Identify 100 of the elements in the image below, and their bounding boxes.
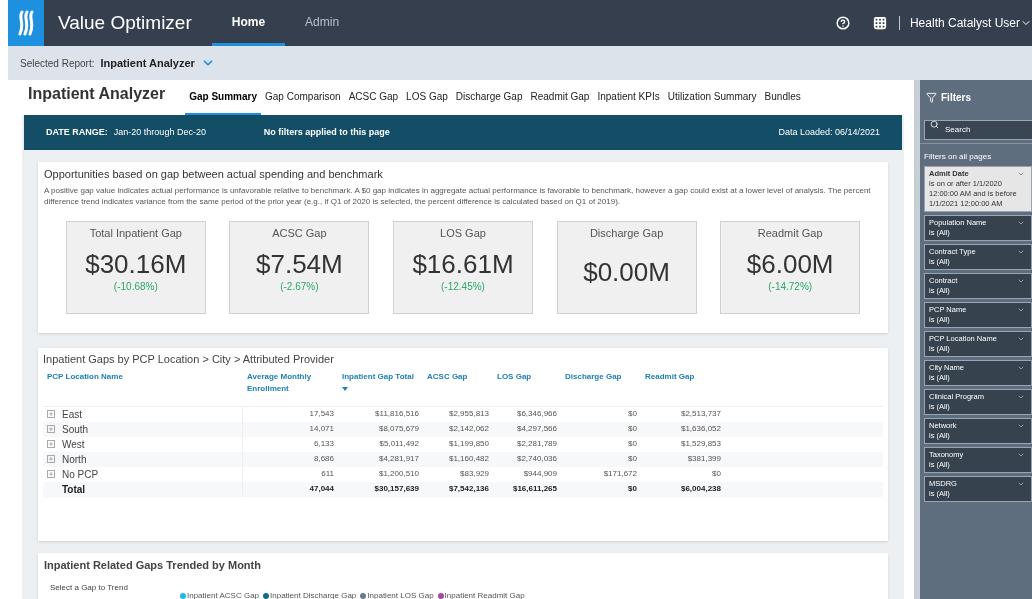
chevron-icon[interactable]	[1017, 422, 1025, 430]
chevron-icon[interactable]	[1017, 335, 1025, 343]
expand-icon[interactable]	[47, 410, 55, 418]
table-cell-text: West	[62, 437, 85, 452]
card-title: Opportunities based on gap between actual spending and benchmark	[44, 167, 384, 182]
card-title: Inpatient Gaps by PCP Location > City > Attributed Provider	[43, 352, 335, 367]
expand-icon[interactable]	[47, 425, 55, 433]
legend-label[interactable]: Inpatient Discharge Gap	[270, 589, 357, 599]
data-loaded: Data Loaded: 06/14/2021	[778, 125, 880, 139]
kpi-label: Discharge Gap	[589, 225, 664, 241]
search-icon	[930, 120, 939, 129]
table-cell-text: South	[62, 422, 89, 437]
column-header[interactable]: Discharge Gap	[565, 370, 637, 383]
table-cell: $6,346,966	[516, 409, 557, 418]
report-tab[interactable]: Utilization Summary	[663, 89, 761, 115]
report-tab[interactable]: Inpatient KPIs	[593, 89, 664, 115]
report-title: Inpatient Analyzer	[28, 84, 166, 104]
date-range-value: Jan-20 through Dec-20	[113, 125, 207, 139]
table-cell: $0	[628, 409, 637, 418]
column-header[interactable]: Inpatient Gap Total	[342, 370, 419, 383]
kpi-label: Readmit Gap	[757, 225, 823, 241]
filters-section-label: Filters on all pages	[924, 151, 993, 163]
expand-icon[interactable]	[47, 470, 55, 478]
table-cell: $1,160,482	[448, 454, 489, 463]
help-icon[interactable]	[835, 16, 850, 30]
table-cell: 6,133	[313, 439, 334, 448]
card-title: Inpatient Related Gaps Trended by Month	[44, 558, 262, 573]
table-cell: $0	[712, 469, 721, 478]
filter-search-field[interactable]: Search	[924, 119, 1032, 140]
chevron-icon[interactable]	[1017, 219, 1025, 227]
kpi-label: Total Inpatient Gap	[89, 225, 182, 241]
table-cell: 611	[321, 469, 334, 478]
table-cell: $2,740,036	[516, 454, 557, 463]
table-cell: $2,955,813	[448, 409, 489, 418]
chevron-icon[interactable]	[1017, 364, 1025, 372]
table-cell: $2,142,062	[448, 424, 489, 433]
report-tab[interactable]: ACSC Gap	[344, 89, 403, 115]
table-cell: 8,686	[313, 454, 334, 463]
table-cell: $7,542,136	[448, 484, 489, 493]
table-cell: $30,157,639	[374, 484, 419, 493]
table-cell: 14,071	[309, 424, 334, 433]
table-cell: $8,075,679	[378, 424, 419, 433]
table-cell-text: No PCP	[62, 467, 99, 482]
column-header[interactable]: LOS Gap	[497, 370, 557, 383]
table-cell: $6,004,238	[680, 484, 721, 493]
expand-icon[interactable]	[47, 455, 55, 463]
report-tab[interactable]: Bundles	[760, 89, 805, 115]
table-cell: $0	[628, 439, 637, 448]
report-tab[interactable]: Discharge Gap	[451, 89, 527, 115]
date-range-label: DATE RANGE:	[46, 125, 108, 139]
kpi-value: $30.16M	[85, 249, 187, 279]
filters-note: No filters applied to this page	[263, 125, 390, 139]
card-description: A positive gap value indicates actual performance is unfavorable relative to benchmark. A $0 gap indicates in aggregate actual performance is favorable to benchmark, however a gap could exist at a lower level of analysis. The percent difference trend indicates variance from the same period of the prior year (e.g., if Q1 of 2020 is selected, the percent difference is calculated based on Q1 of 2019).	[44, 184, 872, 207]
chevron-icon[interactable]	[1017, 248, 1025, 256]
chevron-icon[interactable]	[1017, 306, 1025, 314]
table-cell: $16,611,265	[512, 484, 557, 493]
kpi-value: $6.00M	[746, 249, 834, 279]
column-header[interactable]: ACSC Gap	[427, 370, 489, 383]
column-header[interactable]: Readmit Gap	[645, 370, 721, 383]
nav-tab[interactable]: Admin	[285, 0, 360, 46]
table-cell: $1,199,850	[448, 439, 489, 448]
chevron-icon[interactable]	[1017, 451, 1025, 459]
report-dropdown[interactable]: Inpatient Analyzer	[100, 54, 215, 72]
table-cell: $4,281,917	[378, 454, 419, 463]
table-cell: $0	[628, 454, 637, 463]
table-cell: 47,044	[309, 484, 334, 493]
kpi-label: ACSC Gap	[272, 225, 327, 241]
table-cell: $5,011,492	[379, 439, 419, 448]
legend-label[interactable]: Inpatient ACSC Gap	[187, 589, 260, 599]
kpi-label: LOS Gap	[440, 225, 486, 241]
kpi-change: (-12.45%)	[441, 280, 485, 294]
column-header[interactable]: PCP Location Name	[47, 370, 239, 383]
kpi-change: (-10.68%)	[113, 280, 158, 294]
filter-icon	[926, 92, 937, 103]
report-tab[interactable]: Readmit Gap	[526, 89, 594, 115]
table-cell: 17,543	[309, 409, 334, 418]
legend-label[interactable]: Inpatient Readmit Gap	[444, 589, 525, 599]
report-tab[interactable]: Gap Comparison	[261, 89, 345, 115]
kpi-value: $16.61M	[412, 249, 514, 279]
apps-grid-icon[interactable]	[872, 16, 887, 30]
table-cell: $2,513,737	[680, 409, 721, 418]
filters-title: Filters	[941, 91, 971, 105]
legend-label[interactable]: Inpatient LOS Gap	[367, 589, 434, 599]
chevron-icon[interactable]	[1017, 393, 1025, 401]
chevron-icon[interactable]	[1017, 277, 1025, 285]
user-menu[interactable]: Health Catalyst User	[909, 14, 1032, 32]
table-cell: $0	[628, 484, 637, 493]
table-cell: $1,200,510	[378, 469, 419, 478]
expand-icon[interactable]	[47, 440, 55, 448]
report-tab[interactable]: LOS Gap	[402, 89, 452, 115]
table-cell: $944,909	[523, 469, 557, 478]
table-cell: $1,529,853	[680, 439, 721, 448]
chevron-icon[interactable]	[1017, 480, 1025, 488]
kpi-change: (-2.67%)	[280, 280, 319, 294]
chevron-icon[interactable]	[1017, 170, 1025, 178]
column-header[interactable]: Average Monthly Enrollment	[247, 370, 334, 395]
table-cell-text: Total	[62, 482, 86, 497]
gap-selector-label: Select a Gap to Trend	[50, 581, 129, 594]
selected-report-label: Selected Report:	[20, 56, 95, 71]
table-cell-text: North	[62, 452, 87, 467]
